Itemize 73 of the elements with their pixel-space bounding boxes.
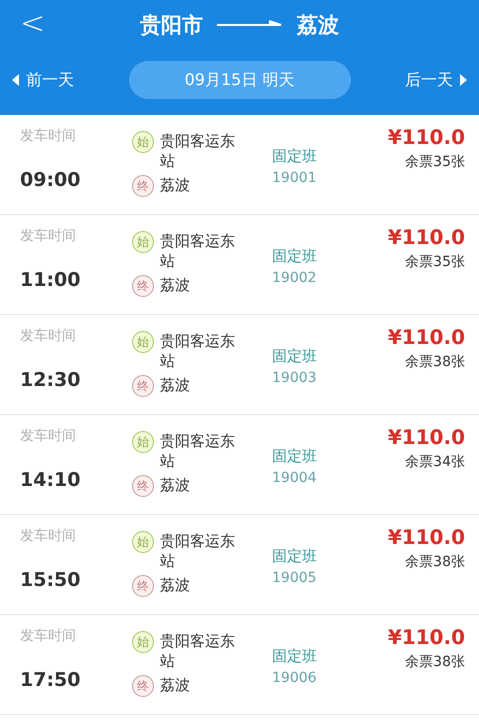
trip-row[interactable]: 发车时间 09:00 始 贵阳客运东站 终 荔波 固定班 19001 ¥110.0 余票35张 [0, 115, 479, 215]
origin-station: 贵阳客运东站 [160, 631, 236, 671]
destination-station: 荔波 [160, 475, 191, 495]
ticket-price: ¥110.0 [388, 225, 465, 249]
seats-left: 余票34张 [405, 453, 465, 471]
ticket-price: ¥110.0 [388, 325, 465, 349]
trip-number: 19001 [272, 170, 318, 186]
start-badge: 始 [132, 131, 154, 153]
departure-time: 15:50 [20, 569, 82, 591]
seats-left: 余票38张 [405, 653, 465, 671]
destination-station: 荔波 [160, 575, 191, 595]
origin-station: 贵阳客运东站 [160, 131, 236, 171]
origin-station: 贵阳客运东站 [160, 431, 236, 471]
trip-number: 19002 [272, 270, 318, 286]
origin-city: 贵阳市 [140, 12, 203, 39]
departure-time: 11:00 [20, 269, 82, 291]
trip-number: 19003 [272, 370, 318, 386]
end-badge: 终 [132, 275, 154, 297]
departure-label: 发车时间 [20, 127, 77, 145]
departure-label: 发车时间 [20, 427, 77, 445]
destination-station: 荔波 [160, 275, 191, 295]
previous-day-button[interactable]: 前一天 [12, 70, 74, 90]
left-triangle-icon [12, 74, 19, 86]
start-badge: 始 [132, 331, 154, 353]
destination-station: 荔波 [160, 375, 191, 395]
origin-station: 贵阳客运东站 [160, 531, 236, 571]
ticket-price: ¥110.0 [388, 425, 465, 449]
service-type: 固定班 [272, 447, 318, 466]
seats-left: 余票35张 [405, 253, 465, 271]
trip-row[interactable]: 发车时间 17:50 始 贵阳客运东站 终 荔波 固定班 19006 ¥110.0 余票38张 [0, 615, 479, 715]
service-type: 固定班 [272, 247, 318, 266]
departure-label: 发车时间 [20, 527, 77, 545]
start-badge: 始 [132, 531, 154, 553]
trip-row[interactable]: 发车时间 14:10 始 贵阳客运东站 终 荔波 固定班 19004 ¥110.0 余票34张 [0, 415, 479, 515]
start-badge: 始 [132, 431, 154, 453]
ticket-price: ¥110.0 [388, 125, 465, 149]
next-day-button[interactable]: 后一天 [405, 70, 467, 90]
trip-number: 19005 [272, 570, 318, 586]
service-type: 固定班 [272, 647, 318, 666]
destination-station: 荔波 [160, 675, 191, 695]
end-badge: 终 [132, 475, 154, 497]
seats-left: 余票38张 [405, 553, 465, 571]
seats-left: 余票35张 [405, 153, 465, 171]
destination-city: 荔波 [297, 12, 339, 39]
service-type: 固定班 [272, 147, 318, 166]
start-badge: 始 [132, 231, 154, 253]
ticket-price: ¥110.0 [388, 625, 465, 649]
seats-left: 余票38张 [405, 353, 465, 371]
departure-time: 17:50 [20, 669, 82, 691]
departure-label: 发车时间 [20, 327, 77, 345]
trip-number: 19004 [272, 470, 318, 486]
trip-number: 19006 [272, 670, 318, 686]
departure-label: 发车时间 [20, 627, 77, 645]
origin-station: 贵阳客运东站 [160, 231, 236, 271]
end-badge: 终 [132, 175, 154, 197]
start-badge: 始 [132, 631, 154, 653]
right-triangle-icon [460, 74, 467, 86]
back-button[interactable]: < [14, 6, 52, 41]
departure-time: 09:00 [20, 169, 82, 191]
departure-label: 发车时间 [20, 227, 77, 245]
departure-time: 12:30 [20, 369, 82, 391]
destination-station: 荔波 [160, 175, 191, 195]
trip-row[interactable]: 发车时间 12:30 始 贵阳客运东站 终 荔波 固定班 19003 ¥110.0 余票38张 [0, 315, 479, 415]
end-badge: 终 [132, 675, 154, 697]
trip-row[interactable]: 发车时间 15:50 始 贵阳客运东站 终 荔波 固定班 19005 ¥110.0 余票38张 [0, 515, 479, 615]
origin-station: 贵阳客运东站 [160, 331, 236, 371]
trip-row[interactable]: 发车时间 11:00 始 贵阳客运东站 终 荔波 固定班 19002 ¥110.0 余票35张 [0, 215, 479, 315]
service-type: 固定班 [272, 547, 318, 566]
end-badge: 终 [132, 375, 154, 397]
departure-time: 14:10 [20, 469, 82, 491]
ticket-price: ¥110.0 [388, 525, 465, 549]
end-badge: 终 [132, 575, 154, 597]
service-type: 固定班 [272, 347, 318, 366]
